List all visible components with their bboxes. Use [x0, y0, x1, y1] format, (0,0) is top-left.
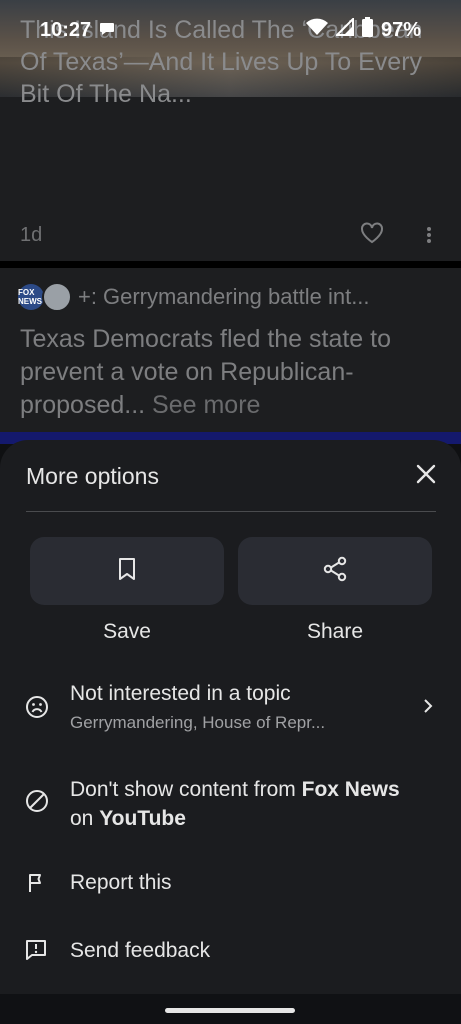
battery-icon [361, 17, 373, 43]
sheet-title: More options [26, 463, 159, 489]
feedback-icon [24, 938, 48, 967]
home-gesture-handle[interactable] [165, 1008, 295, 1013]
feed-divider [0, 261, 461, 268]
sheet-divider [26, 511, 436, 512]
wifi-icon [305, 18, 328, 42]
kebab-icon[interactable] [426, 226, 432, 249]
close-icon[interactable] [412, 460, 440, 493]
dont-show-source: Fox News [301, 778, 400, 801]
article-card[interactable] [0, 97, 461, 261]
share-icon [322, 556, 348, 587]
see-more-link[interactable]: See more [152, 391, 260, 419]
bookmark-icon [117, 557, 137, 586]
status-bar: 10:27 97% [0, 0, 461, 60]
story-headline[interactable]: Texas Democrats fled the state to preven… [20, 323, 445, 422]
status-right: 97% [305, 16, 421, 43]
flag-icon [24, 871, 48, 900]
avatar [42, 282, 72, 312]
save-button[interactable] [30, 537, 224, 605]
fox-news-logo: FOX NEWS [18, 284, 44, 310]
status-left: 10:27 [40, 19, 115, 42]
share-button[interactable] [238, 537, 432, 605]
block-icon [24, 788, 50, 819]
source-extra-count: +: [78, 284, 97, 309]
signal-icon [334, 16, 354, 42]
topic-label: Gerrymandering battle int... [102, 284, 370, 309]
dont-show-platform: YouTube [99, 807, 186, 830]
share-label[interactable]: Share [238, 620, 432, 644]
dont-show-prefix: Don't show content from [70, 778, 302, 801]
battery-percent: 97% [380, 18, 421, 41]
dont-show-source-item[interactable]: Don't show content from Fox News on YouT… [70, 775, 450, 833]
dont-show-line2: on [70, 807, 100, 830]
article-age: 1d [20, 224, 43, 246]
send-feedback-item[interactable]: Send feedback [70, 939, 210, 963]
heart-icon[interactable] [360, 222, 384, 249]
not-interested-topics: Gerrymandering, House of Repr... [70, 713, 326, 732]
clock: 10:27 [40, 18, 92, 41]
source-row[interactable]: FOX NEWS +: Gerrymandering battle int... [18, 282, 370, 312]
sad-face-icon [24, 694, 50, 725]
chevron-right-icon[interactable] [422, 697, 434, 720]
not-interested-item[interactable]: Not interested in a topic [70, 682, 291, 706]
message-icon [99, 19, 115, 42]
report-item[interactable]: Report this [70, 871, 172, 895]
save-label[interactable]: Save [30, 620, 224, 644]
